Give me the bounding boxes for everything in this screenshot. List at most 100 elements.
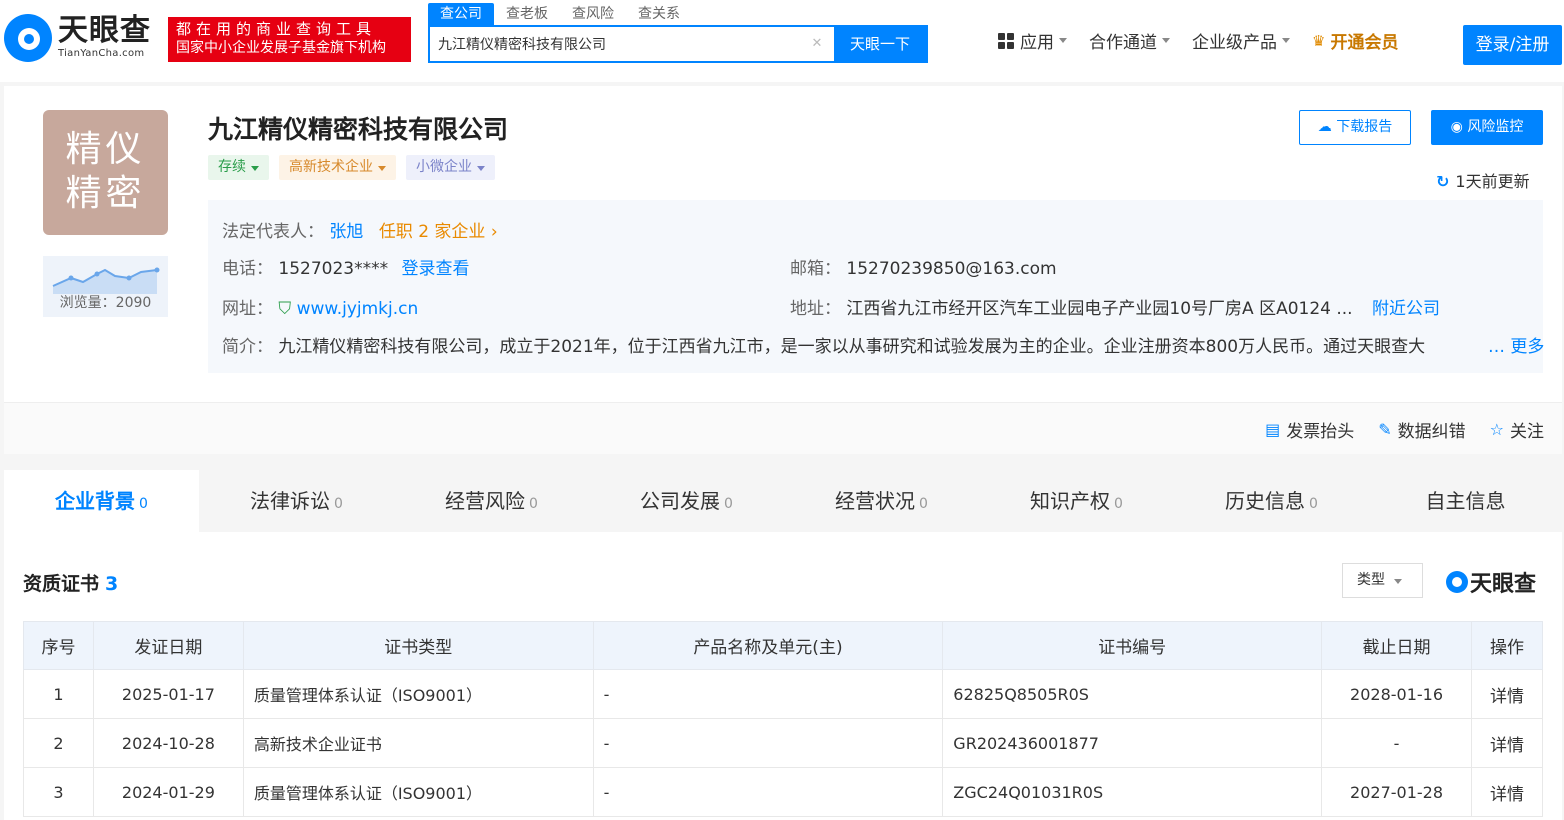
cell-type: 质量管理体系认证（ISO9001） bbox=[242, 669, 594, 719]
address-row: 地址： 江西省九江市经开区汽车工业园电子产业园10号厂房A 区A0124 ...… bbox=[790, 294, 1440, 319]
col-header: 操作 bbox=[1470, 621, 1544, 670]
search-box: ✕ 天眼一下 bbox=[428, 25, 928, 63]
intro-more-label: 更多 bbox=[1510, 337, 1545, 357]
nav-channel-label: 合作通道 bbox=[1089, 33, 1157, 53]
hitech-badge-label: 高新技术企业 bbox=[289, 159, 373, 175]
legal-orgs-link[interactable]: 任职 2 家企业 › bbox=[379, 222, 498, 242]
risk-monitor-label: 风险监控 bbox=[1467, 119, 1524, 135]
intro-fade bbox=[1432, 339, 1492, 365]
main-nav: 应用 合作通道 企业级产品 ♛ 开通会员 bbox=[998, 28, 1420, 53]
tab-search-relation[interactable]: 查关系 bbox=[626, 3, 692, 25]
search-tabs: 查公司 查老板 查风险 查关系 bbox=[428, 3, 692, 25]
address-value: 江西省九江市经开区汽车工业园电子产业园10号厂房A 区A0124 ... bbox=[846, 299, 1353, 319]
detail-link[interactable]: 详情 bbox=[1470, 718, 1544, 768]
tab-development[interactable]: 公司发展 0 bbox=[589, 470, 784, 532]
col-header: 序号 bbox=[23, 621, 94, 670]
cell-no: 2 bbox=[23, 718, 94, 768]
tab-label: 公司发展 bbox=[640, 489, 721, 513]
nav-vip-label: 开通会员 bbox=[1330, 33, 1399, 53]
chevron-down-icon bbox=[477, 166, 485, 171]
tab-count: 0 bbox=[1309, 496, 1318, 512]
phone-login-link[interactable]: 登录查看 bbox=[402, 259, 470, 279]
address-label: 地址： bbox=[790, 299, 841, 319]
views-count: 浏览量：2090 bbox=[59, 295, 152, 311]
cell-date: 2024-10-28 bbox=[92, 718, 244, 768]
legal-rep-link[interactable]: 张旭 bbox=[329, 222, 363, 242]
risk-monitor-button[interactable]: ◉ 风险监控 bbox=[1431, 110, 1543, 145]
table-row: 3 2024-01-29 质量管理体系认证（ISO9001） - ZGC24Q0… bbox=[23, 767, 1544, 817]
phone-label: 电话： bbox=[222, 259, 273, 279]
invoice-title-label: 发票抬头 bbox=[1286, 422, 1355, 442]
refresh-icon: ↻ bbox=[1436, 172, 1450, 191]
update-text: 1天前更新 bbox=[1455, 172, 1530, 191]
edit-doc-icon: ✎ bbox=[1378, 420, 1392, 439]
status-badge[interactable]: 存续 bbox=[208, 155, 269, 180]
company-info-panel: 法定代表人： 张旭 任职 2 家企业 › 电话： 1527023**** 登录查… bbox=[208, 200, 1544, 373]
col-header: 截止日期 bbox=[1321, 621, 1472, 670]
small-business-badge-label: 小微企业 bbox=[416, 159, 472, 175]
detail-link[interactable]: 详情 bbox=[1470, 669, 1544, 719]
tab-search-company[interactable]: 查公司 bbox=[428, 3, 494, 25]
logo-domain: TianYanCha.com bbox=[58, 48, 145, 59]
tab-background[interactable]: 企业背景 0 bbox=[4, 470, 199, 532]
follow-button[interactable]: ☆ 关注 bbox=[1490, 417, 1544, 442]
cell-product: - bbox=[592, 767, 944, 817]
cell-code: 62825Q8505R0S bbox=[942, 669, 1323, 719]
tab-count: 0 bbox=[139, 496, 148, 512]
tab-search-risk[interactable]: 查风险 bbox=[560, 3, 626, 25]
nearby-companies-link[interactable]: 附近公司 bbox=[1372, 299, 1440, 319]
website-link[interactable]: www.jyjmkj.cn bbox=[297, 299, 419, 319]
intro-label: 简介： bbox=[222, 337, 273, 357]
search-button[interactable]: 天眼一下 bbox=[834, 26, 926, 62]
tab-label: 企业背景 bbox=[55, 489, 136, 513]
data-correction-button[interactable]: ✎ 数据纠错 bbox=[1378, 417, 1465, 442]
company-name: 九江精仪精密科技有限公司 bbox=[208, 115, 509, 144]
tab-risk[interactable]: 经营风险 0 bbox=[394, 470, 589, 532]
tab-self-info[interactable]: 自主信息 bbox=[1369, 470, 1562, 532]
hitech-badge[interactable]: 高新技术企业 bbox=[279, 155, 396, 180]
tab-ip[interactable]: 知识产权 0 bbox=[979, 470, 1174, 532]
chevron-down-icon bbox=[251, 166, 259, 171]
clear-icon[interactable]: ✕ bbox=[810, 37, 824, 51]
tab-search-boss[interactable]: 查老板 bbox=[494, 3, 560, 25]
type-filter-dropdown[interactable]: 类型 bbox=[1342, 563, 1423, 598]
search-input[interactable] bbox=[430, 27, 810, 61]
table-header-row: 序号 发证日期 证书类型 产品名称及单元(主) 证书编号 截止日期 操作 bbox=[23, 621, 1544, 670]
tab-litigation[interactable]: 法律诉讼 0 bbox=[199, 470, 394, 532]
download-report-button[interactable]: ☁ 下载报告 bbox=[1299, 110, 1411, 145]
detail-link[interactable]: 详情 bbox=[1470, 767, 1544, 817]
tab-count: 0 bbox=[529, 496, 538, 512]
email-row: 邮箱： 15270239850@163.com bbox=[790, 254, 1057, 279]
invoice-title-button[interactable]: ▤ 发票抬头 bbox=[1265, 417, 1354, 442]
star-icon: ☆ bbox=[1489, 420, 1504, 439]
update-status[interactable]: ↻ 1天前更新 bbox=[1436, 168, 1530, 192]
company-tags: 存续 高新技术企业 小微企业 bbox=[208, 155, 505, 180]
nav-apps-label: 应用 bbox=[1020, 33, 1054, 53]
cell-end-date: - bbox=[1321, 718, 1472, 768]
nav-channel[interactable]: 合作通道 bbox=[1089, 28, 1170, 53]
intro-row: 简介： 九江精仪精密科技有限公司，成立于2021年，位于江西省九江市，是一家以从… bbox=[222, 332, 1458, 357]
email-label: 邮箱： bbox=[790, 259, 841, 279]
phone-row: 电话： 1527023**** 登录查看 bbox=[222, 254, 470, 279]
watermark-text: 天眼查 bbox=[1470, 572, 1537, 597]
shield-check-icon: ⛉ bbox=[278, 299, 292, 319]
login-button[interactable]: 登录/注册 bbox=[1463, 25, 1562, 65]
nav-apps[interactable]: 应用 bbox=[998, 28, 1067, 53]
tab-count: 0 bbox=[1114, 496, 1123, 512]
tab-operations[interactable]: 经营状况 0 bbox=[784, 470, 979, 532]
nav-vip[interactable]: ♛ 开通会员 bbox=[1312, 28, 1399, 54]
tab-label: 经营状况 bbox=[835, 489, 916, 513]
section-tabs: 企业背景 0 法律诉讼 0 经营风险 0 公司发展 0 经营状况 0 知识产权 0 历史信息… bbox=[4, 470, 1562, 532]
site-logo[interactable]: 天眼查 TianYanCha.com bbox=[4, 14, 151, 62]
nav-enterprise[interactable]: 企业级产品 bbox=[1192, 28, 1290, 53]
small-business-badge[interactable]: 小微企业 bbox=[406, 155, 495, 180]
card-toolbar: ▤ 发票抬头 ✎ 数据纠错 ☆ 关注 bbox=[4, 402, 1562, 454]
tab-history[interactable]: 历史信息 0 bbox=[1174, 470, 1369, 532]
company-logo: 精仪 精密 bbox=[43, 110, 168, 235]
apps-grid-icon bbox=[998, 32, 1014, 49]
intro-more-link[interactable]: … 更多 bbox=[1488, 332, 1544, 357]
tab-label: 经营风险 bbox=[445, 489, 526, 513]
chevron-down-icon bbox=[1394, 579, 1403, 584]
cell-product: - bbox=[592, 669, 944, 719]
legal-orgs-label: 任职 2 家企业 bbox=[378, 222, 486, 242]
